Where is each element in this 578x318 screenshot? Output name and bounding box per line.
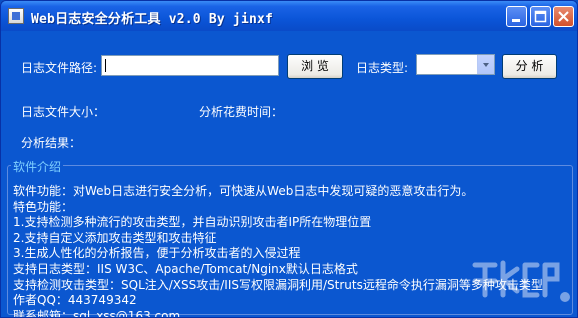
chevron-down-icon	[483, 63, 489, 67]
result-label: 分析结果：	[21, 136, 82, 150]
intro-groupbox-title: 软件介绍	[11, 158, 64, 175]
app-icon[interactable]	[8, 8, 24, 24]
maximize-button[interactable]	[530, 6, 551, 27]
log-path-input[interactable]	[101, 55, 279, 76]
intro-line: 3.生成人性化的分析报告，便于分析攻击者的入侵过程	[13, 246, 301, 261]
intro-line: 作者QQ：443749342	[13, 293, 137, 308]
elapsed-time-label: 分析花费时间：	[199, 105, 284, 119]
minimize-icon	[512, 19, 520, 22]
maximize-icon	[534, 10, 547, 23]
intro-line: 1.支持检测多种流行的攻击类型，并自动识别攻击者IP所在物理位置	[13, 215, 372, 230]
intro-line: 支持检测攻击类型：SQL注入/XSS攻击/IIS写权限漏洞利用/Struts远程…	[13, 277, 543, 292]
window-title: Web日志安全分析工具 v2.0 By jinxf	[31, 12, 274, 27]
close-icon	[558, 11, 569, 22]
browse-button[interactable]: 浏 览	[287, 54, 343, 79]
intro-text: 软件功能：对Web日志进行安全分析，可快速从Web日志中发现可疑的恶意攻击行为。…	[13, 184, 543, 318]
path-label: 日志文件路径:	[21, 61, 98, 75]
close-button[interactable]	[553, 6, 574, 27]
main-window: Web日志安全分析工具 v2.0 By jinxf 日志文件路径: 浏 览 日志…	[0, 0, 578, 318]
minimize-button[interactable]	[506, 6, 527, 27]
intro-line: 支持日志类型：IIS W3C、Apache/Tomcat/Nginx默认日志格式	[13, 261, 358, 276]
log-type-select[interactable]	[416, 54, 495, 75]
text-caret	[105, 59, 106, 72]
title-bar[interactable]: Web日志安全分析工具 v2.0 By jinxf	[1, 1, 577, 31]
log-type-label: 日志类型:	[356, 61, 409, 75]
intro-line: 2.支持自定义添加攻击类型和攻击特征	[13, 230, 217, 245]
file-size-label: 日志文件大小：	[21, 105, 106, 119]
download-logo	[472, 260, 570, 302]
dropdown-button[interactable]	[477, 55, 494, 74]
intro-line: 软件功能：对Web日志进行安全分析，可快速从Web日志中发现可疑的恶意攻击行为。	[13, 184, 474, 198]
analyze-button[interactable]: 分 析	[502, 54, 557, 79]
intro-line: 特色功能：	[13, 199, 74, 214]
intro-line: 联系邮箱：sql_xss@163.com	[13, 308, 181, 318]
